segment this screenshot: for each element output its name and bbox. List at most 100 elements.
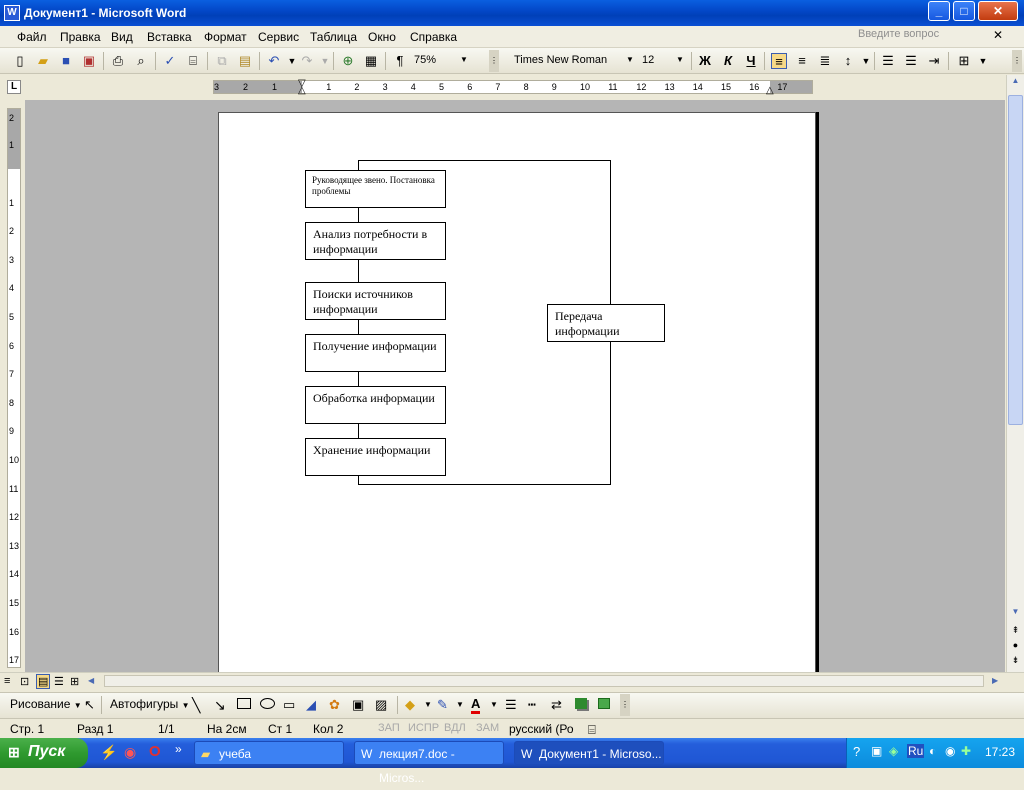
rectangle-icon[interactable] bbox=[237, 698, 251, 709]
oval-icon[interactable] bbox=[260, 698, 275, 709]
arrow-style-icon[interactable]: ⇄ bbox=[551, 697, 562, 713]
save-icon[interactable]: ■ bbox=[58, 53, 74, 69]
toolbar-options-icon[interactable]: ⋮ bbox=[1012, 50, 1022, 72]
redo-dropdown-icon[interactable]: ▼ bbox=[317, 53, 333, 69]
undo-icon[interactable]: ↶ bbox=[266, 53, 282, 69]
maximize-button[interactable]: □ bbox=[953, 1, 975, 21]
font-name-select[interactable]: Times New Roman ▼ bbox=[514, 51, 636, 69]
spelling-icon[interactable]: ✓ bbox=[162, 53, 178, 69]
start-button[interactable]: ⊞ Пуск bbox=[0, 738, 88, 768]
security-icon[interactable]: ◈ bbox=[889, 744, 898, 758]
diagram-box-processing[interactable]: Обработка информации bbox=[305, 386, 446, 424]
volume-icon[interactable]: ◐ bbox=[929, 744, 936, 758]
chevron-down-icon[interactable]: ▼ bbox=[456, 700, 464, 709]
menu-view[interactable]: Вид bbox=[111, 30, 133, 44]
dash-style-icon[interactable]: ┅ bbox=[528, 697, 536, 713]
menu-format[interactable]: Формат bbox=[204, 30, 247, 44]
print-icon[interactable]: ⎙ bbox=[110, 53, 126, 69]
print-preview-icon[interactable]: ⌕ bbox=[133, 53, 149, 69]
diagram-box-transfer[interactable]: Передача информации bbox=[547, 304, 665, 342]
line-spacing-icon[interactable]: ↕ bbox=[840, 53, 856, 69]
tables-borders-icon[interactable]: ▦ bbox=[363, 53, 379, 69]
reading-view-icon[interactable]: ⊞ bbox=[70, 675, 79, 688]
scroll-left-icon[interactable]: ◀ bbox=[88, 676, 94, 685]
quicklaunch-opera-icon[interactable]: O bbox=[149, 743, 161, 760]
chevron-down-icon[interactable]: ▼ bbox=[858, 53, 874, 69]
chevron-down-icon[interactable]: ▼ bbox=[490, 700, 498, 709]
bulleted-list-icon[interactable]: ☰ bbox=[903, 53, 919, 69]
line-color-icon[interactable]: ✎ bbox=[437, 697, 448, 713]
web-view-icon[interactable]: ⊡ bbox=[20, 675, 29, 688]
menu-table[interactable]: Таблица bbox=[310, 30, 357, 44]
paste-icon[interactable]: ▤ bbox=[237, 53, 253, 69]
clock[interactable]: 17:23 bbox=[985, 745, 1015, 759]
wordart-icon[interactable]: ◢ bbox=[306, 697, 316, 713]
ask-question-input[interactable]: Введите вопрос bbox=[858, 28, 988, 44]
borders-icon[interactable]: ⊞ bbox=[956, 53, 972, 69]
tab-selector[interactable]: L bbox=[7, 80, 21, 94]
status-language[interactable]: русский (Ро bbox=[509, 722, 574, 736]
network-icon[interactable]: ▣ bbox=[871, 744, 882, 758]
menu-window[interactable]: Окно bbox=[368, 30, 396, 44]
justify-icon[interactable]: ≣ bbox=[817, 53, 833, 69]
arrow-icon[interactable]: ↘ bbox=[214, 697, 226, 714]
status-overtype[interactable]: ЗАМ bbox=[476, 722, 499, 734]
font-color-icon[interactable]: A bbox=[471, 697, 481, 714]
diagram-icon[interactable]: ✿ bbox=[329, 697, 340, 713]
show-formatting-icon[interactable]: ¶ bbox=[392, 53, 408, 69]
print-layout-view-icon[interactable]: ▤ bbox=[36, 674, 51, 689]
fill-color-icon[interactable]: ◆ bbox=[405, 697, 415, 713]
normal-view-icon[interactable]: ≡ bbox=[4, 675, 10, 687]
scroll-right-icon[interactable]: ▶ bbox=[992, 676, 998, 685]
line-style-icon[interactable]: ☰ bbox=[505, 697, 517, 713]
permission-icon[interactable]: ▣ bbox=[81, 53, 97, 69]
align-center-icon[interactable]: ≡ bbox=[794, 53, 810, 69]
browse-object-icon[interactable]: ● bbox=[1008, 640, 1023, 654]
next-page-icon[interactable]: ⇟ bbox=[1008, 655, 1023, 669]
word-app-icon[interactable]: W bbox=[4, 5, 20, 21]
3d-style-icon[interactable] bbox=[598, 698, 610, 709]
task-button-lecture-doc[interactable]: W лекция7.doc - Micros... bbox=[354, 741, 504, 785]
menu-file[interactable]: Файл bbox=[17, 30, 47, 44]
status-record[interactable]: ЗАП bbox=[378, 722, 400, 734]
numbered-list-icon[interactable]: ☰ bbox=[880, 53, 896, 69]
new-document-icon[interactable]: ▯ bbox=[12, 53, 28, 69]
open-folder-icon[interactable]: ▰ bbox=[35, 53, 51, 69]
update-icon[interactable]: ✚ bbox=[961, 744, 971, 758]
toolbar-options-icon[interactable]: ⋮ bbox=[489, 50, 499, 72]
align-left-icon[interactable]: ≡ bbox=[771, 53, 787, 69]
status-extend[interactable]: ВДЛ bbox=[444, 722, 466, 734]
drawing-menu-button[interactable]: Рисование ▼ bbox=[10, 697, 82, 711]
font-size-select[interactable]: 12 ▼ bbox=[642, 51, 686, 69]
outline-view-icon[interactable]: ☰ bbox=[54, 675, 64, 688]
left-indent-marker[interactable]: △ bbox=[298, 86, 306, 96]
chevron-down-icon[interactable]: ▼ bbox=[424, 700, 432, 709]
bold-button[interactable]: Ж bbox=[696, 52, 714, 70]
shadow-style-icon[interactable] bbox=[575, 698, 587, 709]
chevron-down-icon[interactable]: ▼ bbox=[975, 53, 991, 69]
menu-insert[interactable]: Вставка bbox=[147, 30, 192, 44]
picture-icon[interactable]: ▨ bbox=[375, 697, 387, 713]
horizontal-scrollbar[interactable] bbox=[104, 675, 984, 687]
hyperlink-icon[interactable]: ⊕ bbox=[340, 53, 356, 69]
previous-page-icon[interactable]: ⇞ bbox=[1008, 625, 1023, 639]
close-button[interactable]: ✕ bbox=[978, 1, 1018, 21]
scroll-down-icon[interactable]: ▼ bbox=[1008, 607, 1023, 623]
scrollbar-thumb[interactable] bbox=[1008, 95, 1023, 425]
right-indent-marker[interactable]: △ bbox=[766, 86, 774, 96]
quicklaunch-app-icon[interactable]: ⚡ bbox=[100, 744, 117, 761]
task-button-document1[interactable]: W Документ1 - Microso... bbox=[514, 741, 664, 765]
menu-tools[interactable]: Сервис bbox=[258, 30, 299, 44]
vertical-ruler[interactable]: 2 1 1 2 3 4 5 6 7 8 9 10 11 12 13 14 15 16 17 bbox=[7, 108, 21, 668]
spelling-status-icon[interactable]: ⌸ bbox=[588, 722, 596, 738]
text-box-icon[interactable]: ▭ bbox=[283, 697, 295, 713]
diagram-box-storage[interactable]: Хранение информации bbox=[305, 438, 446, 476]
quicklaunch-more-icon[interactable]: » bbox=[175, 742, 182, 756]
document-workspace[interactable]: Руководящее звено. Постановка проблемы А… bbox=[25, 100, 1005, 672]
indent-icon[interactable]: ⇥ bbox=[926, 53, 942, 69]
diagram-box-management[interactable]: Руководящее звено. Постановка проблемы bbox=[305, 170, 446, 208]
horizontal-ruler[interactable]: 3 2 1 1 2 3 4 5 6 7 8 9 10 11 12 13 14 15 16 17 ▽ △ △ bbox=[213, 79, 813, 96]
autoshapes-menu-button[interactable]: Автофигуры ▼ bbox=[110, 697, 190, 711]
copy-icon[interactable]: ⧉ bbox=[214, 53, 230, 69]
underline-button[interactable]: Ч bbox=[742, 52, 760, 70]
